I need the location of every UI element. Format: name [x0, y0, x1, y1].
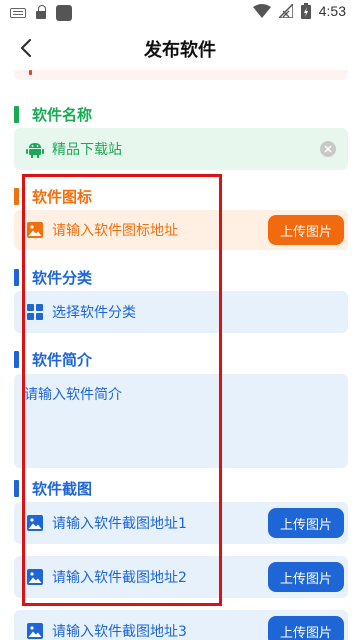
- clear-icon[interactable]: [320, 141, 336, 157]
- android-icon: [26, 140, 44, 158]
- upload-icon-button[interactable]: 上传图片: [267, 215, 344, 245]
- section-title-category: 软件分类: [14, 267, 92, 288]
- previous-field-card: [14, 70, 348, 80]
- section-title-icon-label: 软件图标: [32, 188, 93, 206]
- upload-screenshot-button-3[interactable]: 上传图片: [267, 616, 344, 640]
- software-name-value: 精品下载站: [52, 142, 122, 158]
- keyboard-icon: [10, 8, 26, 18]
- section-title-screenshots-label: 软件截图: [32, 480, 93, 498]
- screenshot-url-field-3[interactable]: 请输入软件截图地址3 上传图片: [14, 610, 348, 640]
- section-bar: [14, 106, 19, 123]
- no-signal-icon: [278, 4, 293, 18]
- section-bar: [14, 480, 19, 497]
- section-title-intro-label: 软件简介: [32, 351, 93, 369]
- app-header: 发布软件: [0, 24, 360, 70]
- software-intro-placeholder: 请输入软件简介: [24, 387, 122, 403]
- software-icon-placeholder: 请输入软件图标地址: [52, 223, 178, 239]
- image-icon: [26, 568, 44, 586]
- battery-icon: [300, 3, 311, 19]
- screenshot-url-placeholder-1: 请输入软件截图地址1: [52, 516, 187, 532]
- software-category-select[interactable]: 选择软件分类: [14, 291, 348, 333]
- grid-icon: [26, 303, 44, 321]
- screenshot-url-placeholder-3: 请输入软件截图地址3: [52, 624, 187, 640]
- section-title-intro: 软件简介: [14, 349, 92, 370]
- status-time: 4:53: [318, 3, 346, 19]
- page-title: 发布软件: [144, 40, 216, 61]
- image-icon: [26, 622, 44, 640]
- section-bar: [14, 188, 19, 205]
- required-marker: [29, 70, 32, 75]
- image-icon: [26, 221, 44, 239]
- section-title-screenshots: 软件截图: [14, 478, 92, 499]
- software-icon-field[interactable]: 请输入软件图标地址 上传图片: [14, 210, 348, 250]
- screenshot-url-field-1[interactable]: 请输入软件截图地址1 上传图片: [14, 502, 348, 544]
- upload-screenshot-button-2[interactable]: 上传图片: [267, 562, 344, 592]
- software-category-placeholder: 选择软件分类: [52, 305, 136, 321]
- section-bar: [14, 351, 19, 368]
- image-icon: [26, 514, 44, 532]
- software-intro-textarea[interactable]: 请输入软件简介: [14, 374, 348, 468]
- lock-icon: [36, 5, 46, 19]
- section-title-category-label: 软件分类: [32, 269, 93, 287]
- section-title-name: 软件名称: [14, 104, 92, 125]
- status-bar: 4:53: [0, 0, 360, 24]
- section-title-name-label: 软件名称: [32, 106, 93, 124]
- form-scroll-area[interactable]: 软件名称 精品下载站 软件图标 请输入软件图标地址 上传图片 软件分类 选择软件…: [0, 70, 360, 640]
- wifi-icon: [252, 4, 271, 18]
- upload-screenshot-button-1[interactable]: 上传图片: [267, 508, 344, 538]
- screenshot-url-placeholder-2: 请输入软件截图地址2: [52, 570, 187, 586]
- section-title-icon: 软件图标: [14, 186, 92, 207]
- screenshot-url-field-2[interactable]: 请输入软件截图地址2 上传图片: [14, 556, 348, 598]
- section-bar: [14, 269, 19, 286]
- software-name-field[interactable]: 精品下载站: [14, 128, 348, 170]
- app-notification-icon: [56, 5, 72, 21]
